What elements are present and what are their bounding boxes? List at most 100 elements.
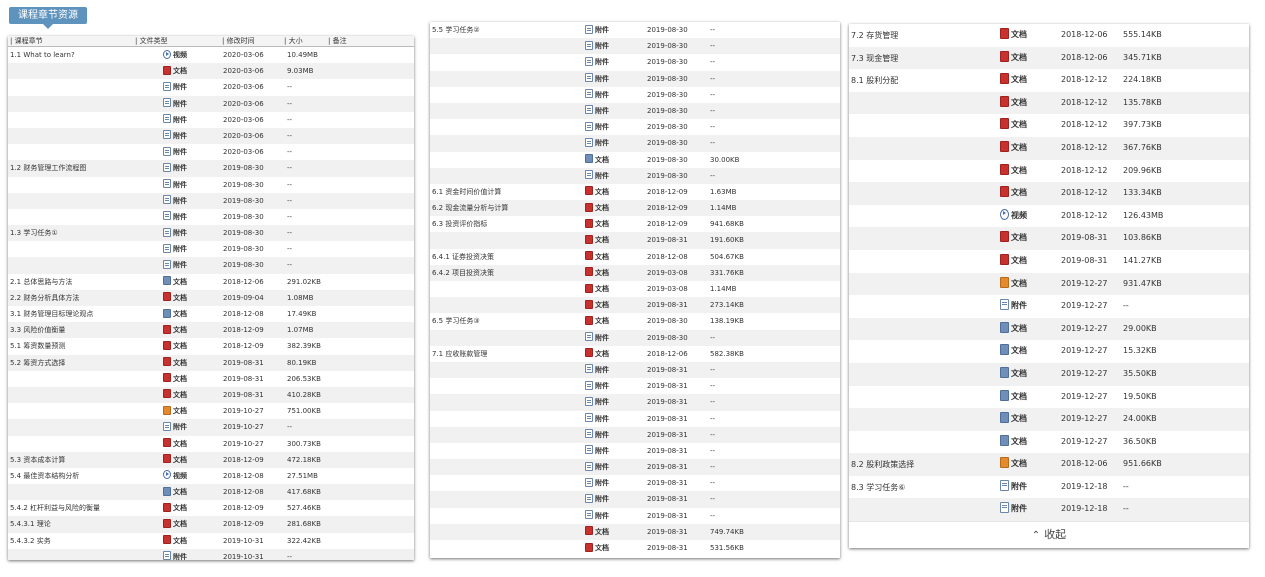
file-type-label[interactable]: 文档 — [173, 294, 187, 302]
file-type[interactable]: 附件 — [585, 71, 609, 87]
file-type-label[interactable]: 附件 — [1011, 301, 1027, 310]
file-type-label[interactable]: 文档 — [595, 253, 609, 261]
table-row[interactable]: 附件 2019-08-31 -- — [430, 459, 840, 476]
table-row[interactable]: 5.4.3.1 理论 文档 2018-12-09 281.68KB — [8, 516, 414, 533]
table-row[interactable]: 文档 2019-12-27 24.00KB — [849, 408, 1249, 431]
table-row[interactable]: 文档 2018-12-12 135.78KB — [849, 91, 1249, 115]
table-row[interactable]: 附件 2020-03-06 -- — [8, 127, 414, 145]
file-type-label[interactable]: 附件 — [595, 334, 609, 342]
file-type[interactable]: 文档 — [1000, 453, 1027, 476]
file-type[interactable]: 附件 — [163, 549, 187, 560]
file-type-label[interactable]: 附件 — [173, 132, 187, 140]
file-type-label[interactable]: 文档 — [1011, 392, 1027, 401]
table-row[interactable]: 2.2 财务分析具体方法 文档 2019-09-04 1.08MB — [8, 289, 414, 306]
table-row[interactable]: 5.3 资本成本计算 文档 2018-12-09 472.18KB — [8, 451, 414, 468]
table-row[interactable]: 附件 2019-08-30 -- — [8, 257, 414, 274]
file-type[interactable]: 文档 — [1000, 24, 1027, 47]
table-row[interactable]: 5.4.2 杠杆利益与风险的衡量 文档 2018-12-09 527.46KB — [8, 500, 414, 517]
table-row[interactable]: 附件 2020-03-06 -- — [8, 111, 414, 128]
file-type-label[interactable]: 附件 — [595, 415, 609, 423]
file-type[interactable]: 附件 — [585, 362, 609, 378]
file-type-label[interactable]: 视频 — [1011, 211, 1027, 220]
file-type[interactable]: 文档 — [163, 371, 187, 387]
table-row[interactable]: 8.1 股利分配 文档 2018-12-12 224.18KB — [849, 69, 1249, 92]
table-row[interactable]: 附件 2019-08-30 -- — [430, 86, 840, 103]
file-type[interactable]: 文档 — [163, 322, 187, 338]
table-row[interactable]: 6.1 资金时间价值计算 文档 2018-12-09 1.63MB — [430, 183, 840, 201]
table-row[interactable]: 文档 2019-08-31 531.56KB — [430, 540, 840, 557]
file-type-label[interactable]: 文档 — [1011, 98, 1027, 107]
file-type[interactable]: 文档 — [1000, 92, 1027, 115]
table-row[interactable]: 7.2 存货管理 文档 2018-12-06 555.14KB — [849, 24, 1249, 47]
table-row[interactable]: 文档 2019-08-31 191.60KB — [430, 232, 840, 249]
file-type[interactable]: 附件 — [163, 160, 187, 176]
table-row[interactable]: 文档 2019-08-30 30.00KB — [430, 151, 840, 168]
file-type[interactable]: 附件 — [163, 225, 187, 241]
file-type[interactable]: 文档 — [163, 274, 187, 290]
file-type[interactable]: 文档 — [163, 533, 187, 549]
file-type-label[interactable]: 附件 — [173, 181, 187, 189]
table-row[interactable]: 附件 2019-08-30 -- — [430, 135, 840, 152]
file-type[interactable]: 文档 — [585, 281, 609, 297]
collapse-button[interactable]: ⌃ 收起 — [849, 521, 1249, 548]
file-type[interactable]: 文档 — [163, 338, 187, 354]
file-type-label[interactable]: 附件 — [173, 83, 187, 91]
file-type-label[interactable]: 文档 — [1011, 166, 1027, 175]
table-row[interactable]: 文档 2019-08-31 273.14KB — [430, 297, 840, 314]
file-type[interactable]: 文档 — [163, 387, 187, 403]
table-row[interactable]: 文档 2019-08-31 103.86KB — [849, 227, 1249, 250]
table-row[interactable]: 5.1 筹资数量预测 文档 2018-12-09 382.39KB — [8, 338, 414, 355]
file-type[interactable]: 文档 — [585, 297, 609, 313]
file-type[interactable]: 文档 — [1000, 137, 1027, 160]
file-type[interactable]: 文档 — [585, 313, 609, 329]
file-type-label[interactable]: 附件 — [595, 42, 609, 50]
file-type-label[interactable]: 附件 — [595, 91, 609, 99]
file-type[interactable]: 文档 — [1000, 47, 1027, 70]
table-row[interactable]: 附件 2020-03-06 -- — [8, 144, 414, 161]
file-type[interactable]: 文档 — [585, 540, 609, 556]
file-type-label[interactable]: 附件 — [595, 447, 609, 455]
file-type-label[interactable]: 文档 — [173, 504, 187, 512]
file-type[interactable]: 附件 — [163, 128, 187, 144]
table-row[interactable]: 附件 2019-12-18 -- — [849, 498, 1249, 522]
file-type-label[interactable]: 文档 — [1011, 233, 1027, 242]
table-row[interactable]: 1.1 What to learn? 视频 2020-03-06 10.49MB — [8, 47, 414, 64]
file-type-label[interactable]: 文档 — [1011, 120, 1027, 129]
file-type[interactable]: 文档 — [585, 152, 609, 168]
file-type-label[interactable]: 文档 — [595, 156, 609, 164]
file-type-label[interactable]: 附件 — [173, 116, 187, 124]
file-type-label[interactable]: 附件 — [595, 398, 609, 406]
file-type[interactable]: 文档 — [1000, 227, 1027, 250]
table-row[interactable]: 附件 2019-08-31 -- — [430, 378, 840, 395]
file-type-label[interactable]: 视频 — [173, 51, 187, 59]
file-type[interactable]: 附件 — [585, 443, 609, 459]
file-type-label[interactable]: 文档 — [1011, 256, 1027, 265]
course-resources-tab[interactable]: 课程章节资源 — [9, 7, 87, 29]
file-type-label[interactable]: 附件 — [1011, 482, 1027, 491]
file-type-label[interactable]: 文档 — [595, 204, 609, 212]
file-type-label[interactable]: 文档 — [595, 317, 609, 325]
file-type-label[interactable]: 附件 — [595, 26, 609, 34]
file-type-label[interactable]: 附件 — [595, 382, 609, 390]
file-type-label[interactable]: 文档 — [173, 488, 187, 496]
file-type-label[interactable]: 附件 — [595, 58, 609, 66]
table-row[interactable]: 8.3 学习任务⑥ 附件 2019-12-18 -- — [849, 475, 1249, 499]
table-row[interactable]: 附件 2019-08-30 -- — [8, 176, 414, 193]
table-row[interactable]: 附件 2019-08-30 -- — [8, 208, 414, 226]
table-row[interactable]: 文档 2019-03-08 1.14MB — [430, 281, 840, 298]
file-type[interactable]: 文档 — [163, 306, 187, 322]
table-row[interactable]: 文档 2019-08-31 410.28KB — [8, 386, 414, 404]
file-type[interactable]: 文档 — [163, 452, 187, 468]
table-row[interactable]: 附件 2019-08-30 -- — [8, 241, 414, 258]
file-type[interactable]: 文档 — [1000, 408, 1027, 431]
file-type[interactable]: 附件 — [163, 112, 187, 128]
file-type[interactable]: 视频 — [163, 47, 187, 63]
table-row[interactable]: 文档 2019-08-31 749.74KB — [430, 523, 840, 540]
table-row[interactable]: 附件 2019-08-31 -- — [430, 442, 840, 460]
file-type-label[interactable]: 附件 — [595, 107, 609, 115]
file-type-label[interactable]: 附件 — [595, 75, 609, 83]
file-type[interactable]: 附件 — [1000, 476, 1027, 499]
file-type-label[interactable]: 附件 — [595, 495, 609, 503]
file-type[interactable]: 文档 — [1000, 318, 1027, 341]
file-type-label[interactable]: 附件 — [595, 123, 609, 131]
